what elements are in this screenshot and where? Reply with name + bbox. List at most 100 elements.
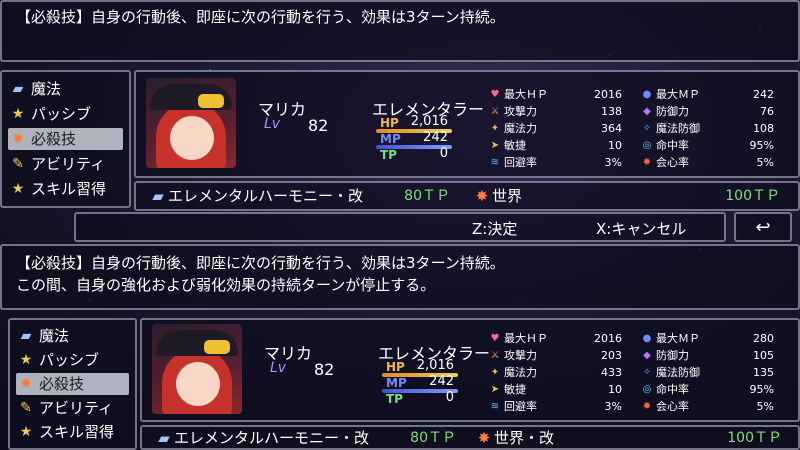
help-window-top: 【必殺技】自身の行動後、即座に次の行動を行う、効果は3ターン持続。 xyxy=(0,0,800,62)
command-skill-learn[interactable]: ★ スキル習得 xyxy=(16,421,129,443)
level-label: Lv xyxy=(264,116,281,132)
param-magic-defense: ✧ 魔法防御 135 xyxy=(640,364,774,381)
scroll-icon: ✎ xyxy=(20,400,32,416)
skill-type-window-top: ▰ 魔法 ★ パッシブ ✸ 必殺技 ✎ アビリティ ★ スキル習得 xyxy=(0,70,131,208)
target-icon: ◎ xyxy=(642,384,652,395)
command-special-skill[interactable]: ✸ 必殺技 xyxy=(16,373,129,395)
status-window-top: マリカ Lv 82 エレメンタラー HP 2,016 MP 242 TP 0 ♥… xyxy=(134,70,800,178)
param-evasion: ≋ 回避率 3% xyxy=(488,398,622,415)
param-crit-rate: ✹ 会心率 5% xyxy=(640,398,774,415)
rune-icon: ✧ xyxy=(642,123,652,134)
command-passive[interactable]: ★ パッシブ xyxy=(16,349,129,371)
command-magic[interactable]: ▰ 魔法 xyxy=(8,78,123,100)
fire-icon: ✸ xyxy=(20,376,32,392)
skill-item-world-kai[interactable]: ✸ 世界・改 100ＴＰ xyxy=(474,427,790,448)
boot-icon: ➤ xyxy=(490,140,500,151)
param-max-mp: ● 最大ＭＰ 242 xyxy=(640,86,774,103)
shield-icon: ◆ xyxy=(643,350,651,361)
key-help-bar: Z:決定 X:キャンセル xyxy=(74,212,726,242)
command-special-skill[interactable]: ✸ 必殺技 xyxy=(8,128,123,150)
param-magic: ✦ 魔法力 364 xyxy=(488,120,622,137)
target-icon: ◎ xyxy=(642,140,652,151)
star-icon: ★ xyxy=(11,106,25,122)
star-icon: ★ xyxy=(19,424,33,440)
confirm-key-hint[interactable]: Z:決定 xyxy=(472,218,517,239)
status-window-bottom: マリカ Lv 82 エレメンタラー HP 2,016 MP 242 TP 0 ♥… xyxy=(140,318,800,422)
wand-icon: ✦ xyxy=(490,367,500,378)
command-passive[interactable]: ★ パッシブ xyxy=(8,103,123,125)
crit-icon: ✹ xyxy=(642,157,652,168)
param-evasion: ≋ 回避率 3% xyxy=(488,154,622,171)
fire-icon: ✸ xyxy=(477,429,491,447)
param-defense: ◆ 防御力 105 xyxy=(640,347,774,364)
heart-icon: ♥ xyxy=(490,333,500,344)
param-max-mp: ● 最大ＭＰ 280 xyxy=(640,330,774,347)
wing-icon: ≋ xyxy=(490,157,500,168)
param-max-hp: ♥ 最大ＨＰ 2016 xyxy=(488,86,622,103)
param-agility: ➤ 敏捷 10 xyxy=(488,381,622,398)
mp-label: MP xyxy=(380,132,401,146)
rune-icon: ✧ xyxy=(642,367,652,378)
return-icon: ↩ xyxy=(755,216,771,238)
star-icon: ★ xyxy=(19,352,33,368)
command-ability[interactable]: ✎ アビリティ xyxy=(16,397,129,419)
skill-type-window-bottom: ▰ 魔法 ★ パッシブ ✸ 必殺技 ✎ アビリティ ★ スキル習得 xyxy=(8,318,137,450)
skill-item-elemental-harmony[interactable]: ▰ エレメンタルハーモニー・改 80ＴＰ xyxy=(148,184,458,208)
param-crit-rate: ✹ 会心率 5% xyxy=(640,154,774,171)
cancel-key-hint[interactable]: X:キャンセル xyxy=(596,218,686,239)
help-window-bottom: 【必殺技】自身の行動後、即座に次の行動を行う、効果は3ターン持続。 この間、自身… xyxy=(0,244,800,310)
param-attack: ⚔ 攻撃力 138 xyxy=(488,103,622,120)
tp-value: 0 xyxy=(439,146,448,161)
param-hit-rate: ◎ 命中率 95% xyxy=(640,381,774,398)
mp-value: 242 xyxy=(423,130,448,145)
command-skill-learn[interactable]: ★ スキル習得 xyxy=(8,178,123,200)
help-text-line-1: 【必殺技】自身の行動後、即座に次の行動を行う、効果は3ターン持続。 xyxy=(16,8,505,26)
sword-icon: ⚔ xyxy=(490,350,500,361)
book-icon: ▰ xyxy=(12,81,24,97)
tp-label: TP xyxy=(380,148,397,162)
hp-label: HP xyxy=(380,116,399,130)
skill-list-window-top: ▰ エレメンタルハーモニー・改 80ＴＰ ✸ 世界 100ＴＰ xyxy=(134,181,800,211)
sword-icon: ⚔ xyxy=(490,106,500,117)
help-text-line-1: 【必殺技】自身の行動後、即座に次の行動を行う、効果は3ターン持続。 xyxy=(16,254,505,272)
boot-icon: ➤ xyxy=(490,384,500,395)
param-magic-defense: ✧ 魔法防御 108 xyxy=(640,120,774,137)
potion-icon: ● xyxy=(642,333,652,344)
book-icon: ▰ xyxy=(20,328,32,344)
tp-value: 0 xyxy=(445,390,454,405)
param-hit-rate: ◎ 命中率 95% xyxy=(640,137,774,154)
param-max-hp: ♥ 最大ＨＰ 2016 xyxy=(488,330,622,347)
crit-icon: ✹ xyxy=(642,401,652,412)
back-button[interactable]: ↩ xyxy=(734,212,792,242)
command-ability[interactable]: ✎ アビリティ xyxy=(8,153,123,175)
wand-icon: ✦ xyxy=(490,123,500,134)
level-value: 82 xyxy=(314,360,335,379)
book-icon: ▰ xyxy=(158,429,170,447)
command-magic[interactable]: ▰ 魔法 xyxy=(16,325,129,347)
fire-icon: ✸ xyxy=(12,131,24,147)
help-text-line-2: この間、自身の強化および弱化効果の持続ターンが停止する。 xyxy=(16,276,436,294)
heart-icon: ♥ xyxy=(490,89,500,100)
scroll-icon: ✎ xyxy=(12,156,24,172)
book-icon: ▰ xyxy=(152,187,164,205)
param-attack: ⚔ 攻撃力 203 xyxy=(488,347,622,364)
potion-icon: ● xyxy=(642,89,652,100)
wing-icon: ≋ xyxy=(490,401,500,412)
hp-label: HP xyxy=(386,360,405,374)
skill-item-elemental-harmony[interactable]: ▰ エレメンタルハーモニー・改 80ＴＰ xyxy=(154,427,464,448)
tp-label: TP xyxy=(386,392,403,406)
fire-icon: ✸ xyxy=(475,187,489,205)
hp-value: 2,016 xyxy=(416,358,454,373)
actor-portrait xyxy=(146,78,236,168)
param-defense: ◆ 防御力 76 xyxy=(640,103,774,120)
skill-item-world[interactable]: ✸ 世界 100ＴＰ xyxy=(472,184,788,208)
level-value: 82 xyxy=(308,116,329,135)
skill-list-window-bottom: ▰ エレメンタルハーモニー・改 80ＴＰ ✸ 世界・改 100ＴＰ xyxy=(140,425,800,450)
shield-icon: ◆ xyxy=(643,106,651,117)
param-magic: ✦ 魔法力 433 xyxy=(488,364,622,381)
param-agility: ➤ 敏捷 10 xyxy=(488,137,622,154)
mp-label: MP xyxy=(386,376,407,390)
hp-value: 2,016 xyxy=(410,114,448,129)
actor-portrait xyxy=(152,324,242,414)
star-icon: ★ xyxy=(11,181,25,197)
